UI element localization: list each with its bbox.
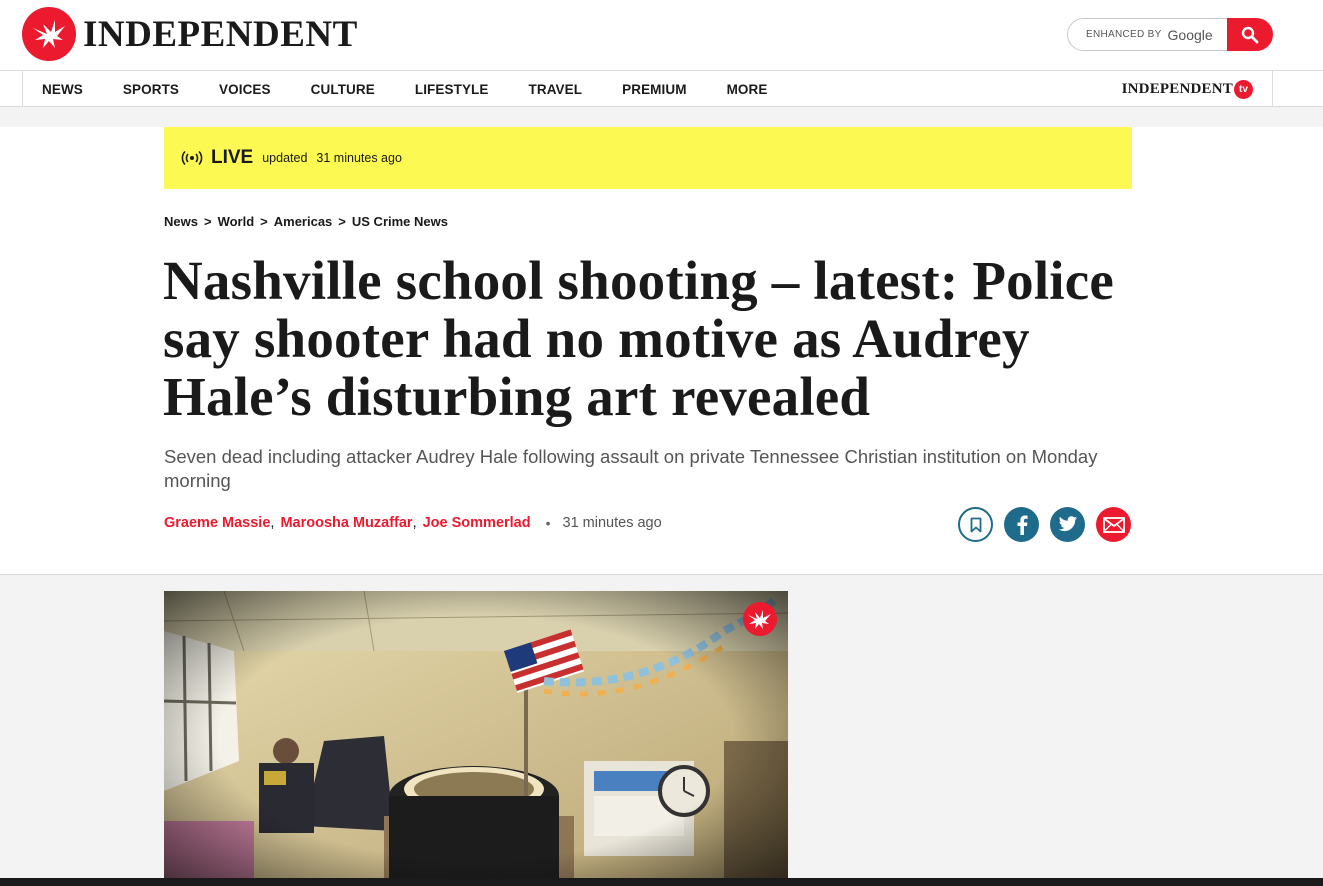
nav-item-travel[interactable]: TRAVEL (529, 82, 583, 97)
bookmark-icon (970, 517, 981, 532)
article-byline: Graeme Massie , Maroosha Muzaffar , Joe … (164, 515, 662, 531)
author-link[interactable]: Graeme Massie (164, 515, 270, 531)
live-label: LIVE (211, 147, 254, 168)
site-logo-text: INDEPENDENT (83, 13, 358, 55)
search-input[interactable]: ENHANCED BY Google (1067, 18, 1228, 51)
live-broadcast-icon (181, 150, 203, 166)
search-button[interactable] (1227, 18, 1273, 51)
bookmark-button[interactable] (958, 507, 993, 542)
breadcrumb-separator: > (260, 214, 268, 229)
main-nav: NEWS SPORTS VOICES CULTURE LIFESTYLE TRA… (22, 71, 1273, 107)
breadcrumb: News > World > Americas > US Crime News (164, 214, 448, 229)
author-separator: , (412, 515, 417, 531)
nav-item-lifestyle[interactable]: LIFESTYLE (415, 82, 489, 97)
article-standfirst: Seven dead including attacker Audrey Hal… (164, 446, 1098, 491)
breadcrumb-separator: > (203, 214, 212, 229)
breadcrumb-americas[interactable]: Americas (274, 214, 333, 229)
nav-item-news[interactable]: NEWS (42, 82, 83, 97)
breadcrumb-world[interactable]: World (218, 214, 255, 229)
nav-item-sports[interactable]: SPORTS (123, 82, 179, 97)
site-search: ENHANCED BY Google (1067, 18, 1273, 51)
hero-image[interactable] (164, 591, 788, 886)
eagle-logo-icon (22, 7, 76, 61)
classroom-bodycam-image (164, 591, 788, 886)
author-separator: , (270, 515, 275, 531)
tv-badge: tv (1234, 80, 1253, 99)
search-icon (1241, 26, 1259, 43)
twitter-icon (1058, 516, 1077, 532)
independent-tv-label: INDEPENDENT (1121, 81, 1233, 97)
breadcrumb-us-crime-news[interactable]: US Crime News (352, 214, 448, 229)
author-link[interactable]: Maroosha Muzaffar (280, 515, 412, 531)
search-enhanced-label: ENHANCED BY (1086, 29, 1162, 40)
breadcrumb-separator: > (338, 214, 346, 229)
article-headline: Nashville school shooting – latest: Poli… (163, 250, 1114, 427)
nav-item-more[interactable]: MORE (727, 82, 768, 97)
article-timestamp: 31 minutes ago (562, 515, 662, 531)
email-share-button[interactable] (1096, 507, 1131, 542)
twitter-share-button[interactable] (1050, 507, 1085, 542)
facebook-share-button[interactable] (1004, 507, 1039, 542)
search-google-label: Google (1167, 26, 1213, 43)
live-updated-label: updated (262, 151, 308, 165)
nav-item-voices[interactable]: VOICES (219, 82, 271, 97)
email-icon (1102, 516, 1125, 533)
nav-item-culture[interactable]: CULTURE (311, 82, 375, 97)
independent-tv-link[interactable]: INDEPENDENT tv (1122, 80, 1253, 99)
author-link[interactable]: Joe Sommerlad (423, 515, 531, 531)
site-logo[interactable]: INDEPENDENT (22, 7, 358, 61)
bottom-strip (0, 878, 1323, 886)
nav-item-premium[interactable]: PREMIUM (622, 82, 686, 97)
live-banner: LIVE updated 31 minutes ago (164, 127, 1132, 189)
byline-dot: • (545, 515, 551, 531)
breadcrumb-news[interactable]: News (164, 214, 198, 229)
header-gap (0, 107, 1323, 127)
share-bar (958, 507, 1142, 542)
live-updated-time: 31 minutes ago (316, 151, 402, 165)
masthead: INDEPENDENT ENHANCED BY Google (0, 0, 1323, 71)
facebook-icon (1017, 515, 1028, 535)
